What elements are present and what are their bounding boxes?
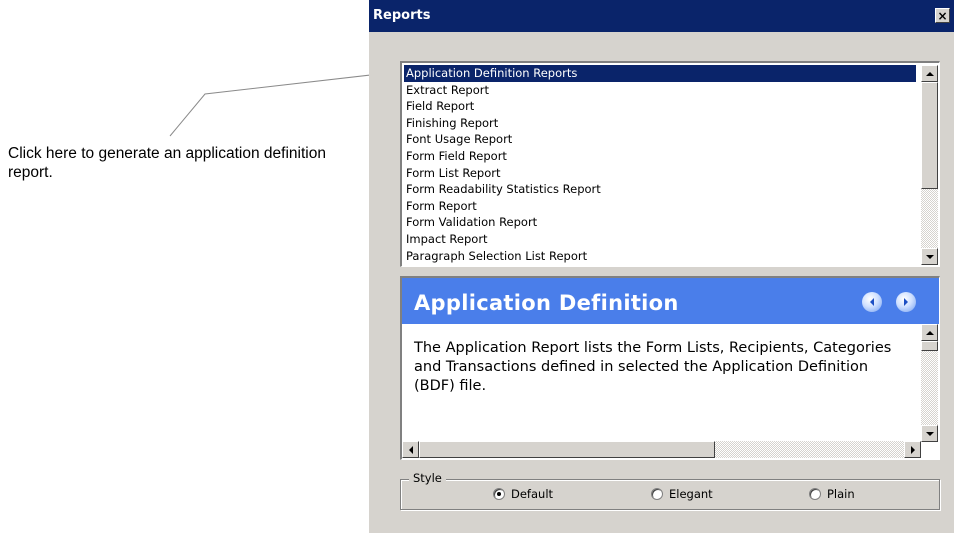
scroll-up-icon xyxy=(925,330,934,335)
list-item[interactable]: Form Report xyxy=(404,198,916,215)
desc-scroll-down-button[interactable] xyxy=(921,425,938,442)
description-header: Application Definition xyxy=(402,278,939,324)
style-group: Style Default Elegant Plain xyxy=(400,471,940,510)
scroll-down-icon xyxy=(925,431,934,436)
radio-selected-dot xyxy=(497,492,501,496)
close-icon: × xyxy=(937,8,948,23)
radio-button[interactable] xyxy=(809,488,821,500)
list-item[interactable]: Font Usage Report xyxy=(404,131,916,148)
report-list-scrollbar[interactable] xyxy=(921,65,938,265)
style-radio-elegant[interactable]: Elegant xyxy=(651,487,713,501)
list-item[interactable]: Field Report xyxy=(404,98,916,115)
scroll-thumb[interactable] xyxy=(921,82,938,189)
desc-hscroll-thumb[interactable] xyxy=(419,441,715,458)
list-item[interactable]: Paragraph Selection List Report xyxy=(404,248,916,265)
scroll-down-icon xyxy=(925,254,934,259)
style-group-label: Style xyxy=(409,471,446,485)
description-vertical-scrollbar[interactable] xyxy=(921,324,938,442)
desc-scroll-left-button[interactable] xyxy=(402,441,419,458)
description-body: The Application Report lists the Form Li… xyxy=(414,340,892,394)
report-list[interactable]: Application Definition Reports Extract Re… xyxy=(400,61,940,267)
desc-vscroll-thumb[interactable] xyxy=(921,341,938,351)
description-horizontal-scrollbar[interactable] xyxy=(402,441,921,458)
list-item[interactable]: Finishing Report xyxy=(404,115,916,132)
close-button[interactable]: × xyxy=(935,8,950,23)
list-item[interactable]: Impact Report xyxy=(404,231,916,248)
list-item[interactable]: Form Field Report xyxy=(404,148,916,165)
back-button[interactable] xyxy=(862,292,882,312)
scroll-down-button[interactable] xyxy=(921,248,938,265)
scroll-left-icon xyxy=(408,445,413,454)
list-item[interactable]: Form Readability Statistics Report xyxy=(404,181,916,198)
window-title: Reports xyxy=(373,8,431,23)
forward-button[interactable] xyxy=(896,292,916,312)
list-item[interactable]: Form Validation Report xyxy=(404,214,916,231)
forward-arrow-icon xyxy=(904,298,908,306)
desc-scroll-up-button[interactable] xyxy=(921,324,938,341)
reports-dialog: Reports × Application Definition Reports… xyxy=(369,0,954,533)
title-bar: Reports × xyxy=(369,0,954,32)
desc-scroll-right-button[interactable] xyxy=(904,441,921,458)
radio-label: Plain xyxy=(827,487,855,501)
scroll-right-icon xyxy=(910,445,915,454)
callout-text: Click here to generate an application de… xyxy=(8,145,326,181)
list-item[interactable]: Form List Report xyxy=(404,165,916,182)
scroll-up-icon xyxy=(925,71,934,76)
style-radio-default[interactable]: Default xyxy=(493,487,553,501)
scroll-up-button[interactable] xyxy=(921,65,938,82)
radio-label: Default xyxy=(511,487,554,501)
list-item[interactable]: Extract Report xyxy=(404,82,916,99)
style-radio-plain[interactable]: Plain xyxy=(809,487,855,501)
description-title: Application Definition xyxy=(414,291,679,315)
back-arrow-icon xyxy=(870,298,874,306)
radio-button[interactable] xyxy=(493,488,505,500)
radio-label: Elegant xyxy=(669,487,713,501)
list-item[interactable]: Application Definition Reports xyxy=(404,65,916,82)
radio-button[interactable] xyxy=(651,488,663,500)
description-panel: Application Definition The Application R… xyxy=(400,276,940,460)
